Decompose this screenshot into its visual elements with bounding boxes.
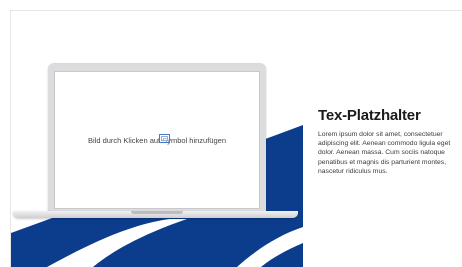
title-text[interactable]: Tex-Platzhalter (318, 107, 458, 124)
insert-picture-icon[interactable] (159, 133, 170, 143)
laptop-mockup: Bild durch Klicken auf Symbol hinzufügen (48, 63, 266, 213)
slide: Bild durch Klicken auf Symbol hinzufügen… (10, 10, 462, 267)
picture-placeholder[interactable]: Bild durch Klicken auf Symbol hinzufügen (54, 71, 260, 209)
placeholder-prompt-text: Bild durch Klicken auf Symbol hinzufügen (88, 135, 226, 145)
text-placeholder[interactable]: Tex-Platzhalter Lorem ipsum dolor sit am… (318, 107, 458, 176)
laptop-notch (131, 211, 183, 214)
body-text[interactable]: Lorem ipsum dolor sit amet, consectetuer… (318, 130, 458, 176)
picture-placeholder-label: Bild durch Klicken auf Symbol hinzufügen (88, 133, 226, 145)
